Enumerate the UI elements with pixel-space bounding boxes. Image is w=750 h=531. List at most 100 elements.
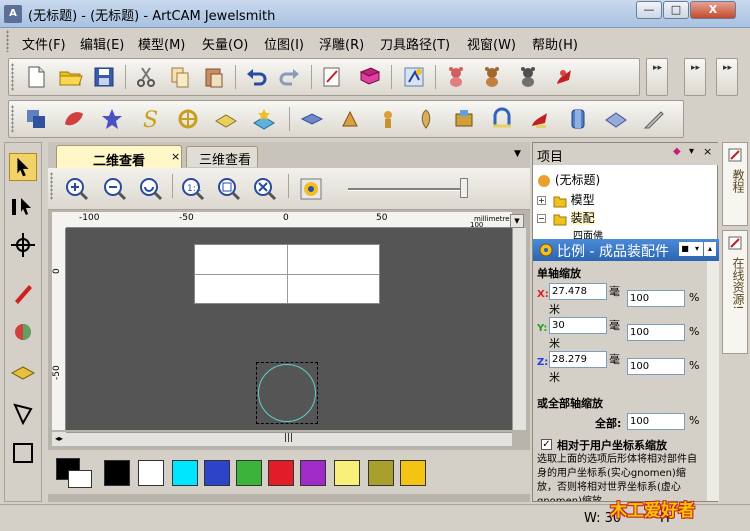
scale-apply-icon[interactable]: ■ bbox=[679, 242, 691, 256]
menu-relief[interactable]: 浮雕(R) bbox=[319, 34, 364, 53]
x-percent-input[interactable]: 100 bbox=[627, 290, 685, 307]
tree-expand-toggle[interactable]: + bbox=[537, 196, 546, 205]
menu-file[interactable]: 文件(F) bbox=[22, 34, 66, 53]
layer-tool-icon[interactable] bbox=[9, 357, 37, 385]
secondary-color-swatch[interactable] bbox=[68, 470, 92, 488]
tree-item-assembly[interactable]: − 装配 bbox=[537, 209, 595, 227]
minimize-button[interactable]: — bbox=[636, 1, 662, 19]
y-percent-input[interactable]: 100 bbox=[627, 324, 685, 341]
palette-swatch[interactable] bbox=[236, 460, 262, 486]
figure-red-icon[interactable] bbox=[551, 64, 577, 90]
teddy-bear-icon[interactable] bbox=[443, 64, 469, 90]
zoom-actual-icon[interactable]: 1:1 bbox=[180, 176, 206, 202]
palette-swatch[interactable] bbox=[138, 460, 164, 486]
tab-close-icon[interactable]: × bbox=[171, 150, 180, 163]
scrollbar-thumb-grip[interactable]: ||| bbox=[284, 433, 293, 443]
letter-s-icon[interactable]: S bbox=[137, 106, 163, 132]
palette-swatch[interactable] bbox=[300, 460, 326, 486]
toolbar-overflow-2[interactable]: ▸▸ bbox=[684, 58, 706, 96]
redo-icon[interactable] bbox=[277, 64, 303, 90]
z-size-input[interactable]: 28.279 bbox=[549, 351, 607, 368]
save-icon[interactable] bbox=[91, 64, 117, 90]
teddy-bear-dark-icon[interactable] bbox=[515, 64, 541, 90]
tree-item-root[interactable]: (无标题) bbox=[537, 171, 600, 189]
transform-icon[interactable] bbox=[9, 231, 37, 259]
vector-shapes-icon[interactable] bbox=[23, 106, 49, 132]
scroll-nav-arrows[interactable]: ◂▸ bbox=[52, 432, 66, 446]
palette-swatch[interactable] bbox=[172, 460, 198, 486]
panel-close-icon[interactable]: × bbox=[703, 145, 712, 158]
y-size-input[interactable]: 30 bbox=[549, 317, 607, 334]
palette-swatch[interactable] bbox=[334, 460, 360, 486]
tab-online-resources[interactable]: 在线资源! bbox=[722, 230, 748, 354]
cut-icon[interactable] bbox=[133, 64, 159, 90]
wizard-icon[interactable] bbox=[401, 64, 427, 90]
panel-dropdown-icon[interactable]: ▾ bbox=[689, 146, 694, 157]
select-arrow-icon[interactable] bbox=[9, 153, 37, 181]
bail-icon[interactable] bbox=[337, 106, 363, 132]
book-icon[interactable] bbox=[357, 64, 383, 90]
tab-3d-view[interactable]: 三维查看 bbox=[186, 146, 258, 168]
palette-swatch[interactable] bbox=[204, 460, 230, 486]
paste-icon[interactable] bbox=[201, 64, 227, 90]
menu-bitmap[interactable]: 位图(I) bbox=[264, 34, 304, 53]
menu-help[interactable]: 帮助(H) bbox=[532, 34, 578, 53]
contrast-slider-track[interactable] bbox=[348, 188, 468, 191]
plane-icon[interactable] bbox=[603, 106, 629, 132]
notes-icon[interactable] bbox=[319, 64, 345, 90]
contrast-slider-thumb[interactable] bbox=[460, 178, 468, 198]
palette-swatch[interactable] bbox=[400, 460, 426, 486]
tab-dropdown-icon[interactable]: ▼ bbox=[514, 149, 521, 159]
figure-red-small-icon[interactable] bbox=[527, 106, 553, 132]
panel-pin-icon[interactable]: ◆ bbox=[673, 146, 681, 157]
toolbar-overflow-3[interactable]: ▸▸ bbox=[716, 58, 738, 96]
rectangle-tool-icon[interactable] bbox=[9, 439, 37, 467]
copy-icon[interactable] bbox=[167, 64, 193, 90]
scale-panel-scrollbar[interactable] bbox=[707, 261, 719, 501]
tree-item-part[interactable]: 四面佛 bbox=[573, 227, 603, 239]
zoom-previous-icon[interactable] bbox=[138, 176, 164, 202]
zoom-out-icon[interactable] bbox=[102, 176, 128, 202]
petal-icon[interactable] bbox=[61, 106, 87, 132]
x-size-input[interactable]: 27.478 bbox=[549, 283, 607, 300]
menu-toolpaths[interactable]: 刀具路径(T) bbox=[380, 34, 450, 53]
new-file-icon[interactable] bbox=[23, 64, 49, 90]
menu-vector[interactable]: 矢量(O) bbox=[202, 34, 248, 53]
scale-close-icon[interactable]: ▴ bbox=[704, 242, 716, 256]
layer-icon[interactable] bbox=[213, 106, 239, 132]
palette-swatch[interactable] bbox=[268, 460, 294, 486]
canvas-vertical-scrollbar[interactable] bbox=[512, 228, 526, 430]
material-block[interactable] bbox=[194, 244, 380, 304]
earring-icon[interactable] bbox=[413, 106, 439, 132]
ruler-units-dropdown[interactable]: ▼ bbox=[510, 214, 524, 228]
zoom-in-icon[interactable] bbox=[64, 176, 90, 202]
ring-arc-icon[interactable] bbox=[489, 106, 515, 132]
relative-scale-checkbox[interactable]: ✓ bbox=[541, 439, 552, 450]
render-settings-icon[interactable] bbox=[298, 176, 324, 202]
maximize-button[interactable]: □ bbox=[663, 1, 689, 19]
shape-tool-icon[interactable] bbox=[9, 399, 37, 427]
open-folder-icon[interactable] bbox=[57, 64, 83, 90]
drawing-canvas[interactable] bbox=[66, 228, 512, 430]
gem-setting-icon[interactable] bbox=[451, 106, 477, 132]
celtic-knot-icon[interactable] bbox=[175, 106, 201, 132]
teddy-bear-brown-icon[interactable] bbox=[479, 64, 505, 90]
palette-swatch[interactable] bbox=[368, 460, 394, 486]
canvas-horizontal-scrollbar[interactable]: ||| bbox=[66, 432, 512, 446]
zoom-box-icon[interactable] bbox=[216, 176, 242, 202]
toolbar-overflow-1[interactable]: ▸▸ bbox=[646, 58, 668, 96]
node-edit-icon[interactable] bbox=[9, 193, 37, 221]
tree-item-model[interactable]: + 模型 bbox=[537, 191, 595, 209]
close-button[interactable]: X bbox=[690, 1, 736, 19]
menu-model[interactable]: 模型(M) bbox=[138, 34, 185, 53]
tab-tutorial[interactable]: 教程 bbox=[722, 142, 748, 226]
diamond-flat-icon[interactable] bbox=[299, 106, 325, 132]
tree-collapse-toggle[interactable]: − bbox=[537, 214, 546, 223]
menu-edit[interactable]: 编辑(E) bbox=[80, 34, 124, 53]
paint-bucket-icon[interactable] bbox=[9, 317, 37, 345]
all-percent-input[interactable]: 100 bbox=[627, 413, 685, 430]
star-icon[interactable] bbox=[99, 106, 125, 132]
scale-dropdown-icon[interactable]: ▾ bbox=[691, 242, 703, 256]
menu-window[interactable]: 视窗(W) bbox=[467, 34, 516, 53]
z-percent-input[interactable]: 100 bbox=[627, 358, 685, 375]
